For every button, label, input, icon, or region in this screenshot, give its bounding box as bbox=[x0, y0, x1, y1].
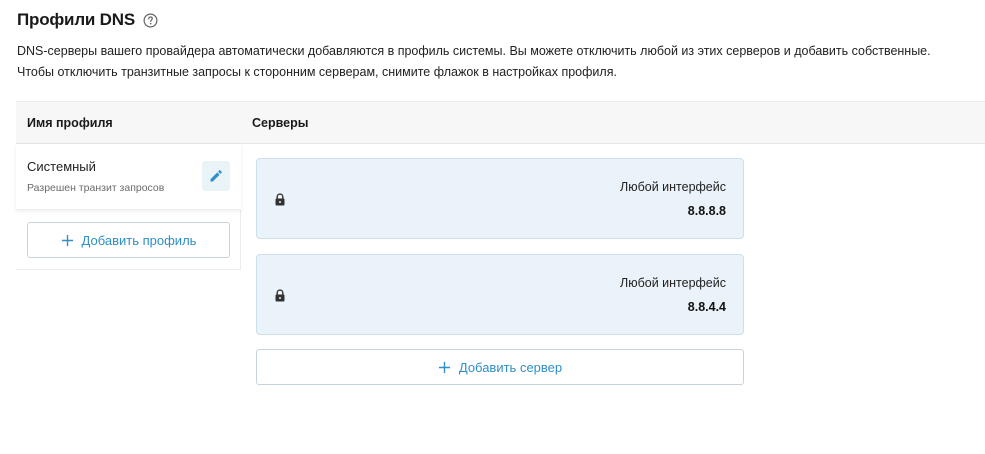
page-title: Профили DNS bbox=[17, 10, 135, 29]
profile-subtitle: Разрешен транзит запросов bbox=[27, 182, 165, 194]
server-item[interactable]: Любой интерфейс 8.8.8.8 bbox=[256, 158, 744, 239]
plus-icon bbox=[438, 361, 450, 373]
server-address: 8.8.4.4 bbox=[687, 300, 726, 314]
server-item[interactable]: Любой интерфейс 8.8.4.4 bbox=[256, 254, 744, 335]
server-interface: Любой интерфейс bbox=[620, 180, 726, 194]
server-address: 8.8.8.8 bbox=[687, 204, 726, 218]
description-line-2: Чтобы отключить транзитные запросы к сто… bbox=[17, 65, 617, 79]
server-interface: Любой интерфейс bbox=[620, 276, 726, 290]
profiles-list: Системный Разрешен транзит запросов Доба… bbox=[16, 144, 241, 270]
title-row: Профили DNS bbox=[17, 10, 158, 30]
column-header-profile-name: Имя профиля bbox=[27, 116, 113, 130]
add-profile-label: Добавить профиль bbox=[81, 232, 197, 248]
table-header: Имя профиля Серверы bbox=[16, 101, 985, 144]
add-server-button[interactable]: Добавить сервер bbox=[256, 349, 744, 385]
page-description: DNS-серверы вашего провайдера автоматиче… bbox=[17, 41, 977, 83]
question-circle-icon[interactable] bbox=[143, 13, 158, 28]
lock-icon bbox=[275, 289, 285, 302]
dns-profiles-page: Профили DNS DNS-серверы вашего провайдер… bbox=[0, 0, 985, 454]
column-header-servers: Серверы bbox=[252, 116, 309, 130]
edit-profile-button[interactable] bbox=[202, 161, 230, 191]
add-profile-button[interactable]: Добавить профиль bbox=[27, 222, 230, 258]
add-server-label: Добавить сервер bbox=[458, 359, 563, 375]
profile-name: Системный bbox=[27, 159, 96, 174]
pencil-icon bbox=[210, 170, 222, 182]
profile-item-system[interactable]: Системный Разрешен транзит запросов bbox=[16, 144, 241, 210]
plus-icon bbox=[61, 234, 73, 246]
description-line-1: DNS-серверы вашего провайдера автоматиче… bbox=[17, 44, 931, 58]
lock-icon bbox=[275, 193, 285, 206]
